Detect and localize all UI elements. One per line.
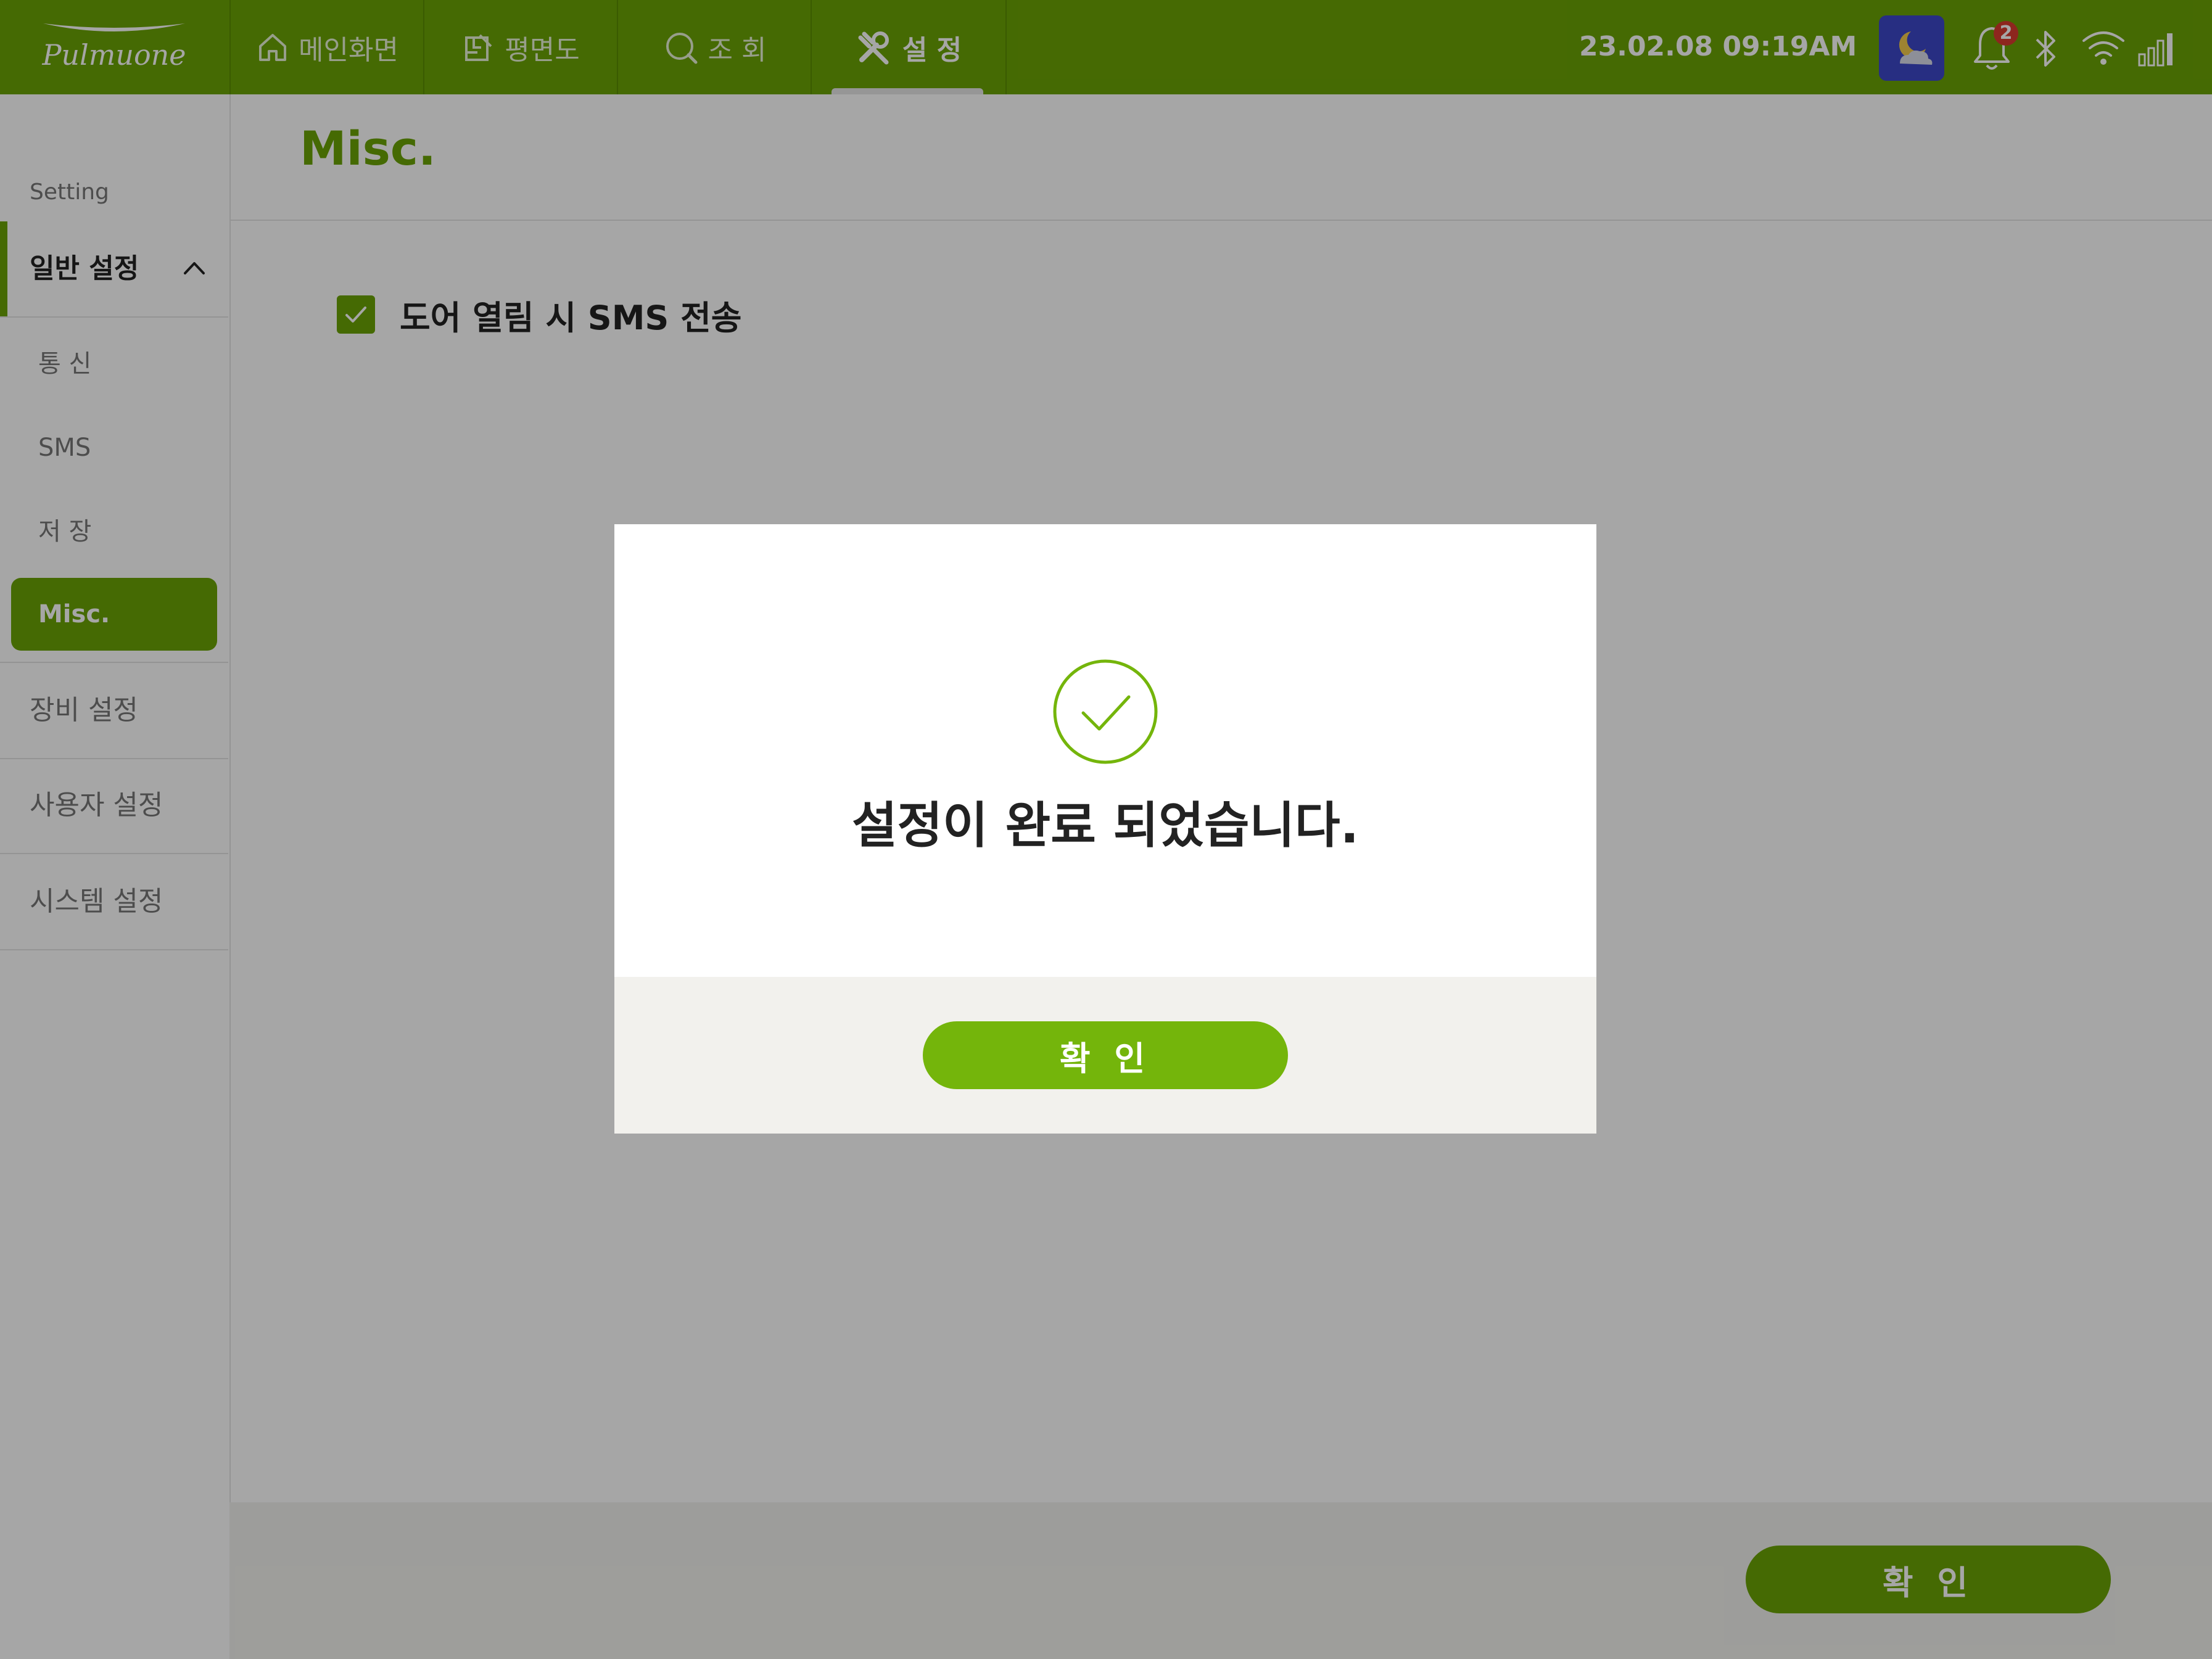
completion-dialog: 설정이 완료 되었습니다. 확 인 [614,524,1596,1134]
dialog-message: 설정이 완료 되었습니다. [851,797,1360,854]
app-window: Pulmuone 메인화면 평면도 조 회 설 정 23.02.08 09:19… [0,0,2212,1659]
check-circle-icon [1053,659,1158,764]
dialog-footer: 확 인 [614,977,1596,1134]
dialog-ok-button[interactable]: 확 인 [923,1021,1288,1089]
